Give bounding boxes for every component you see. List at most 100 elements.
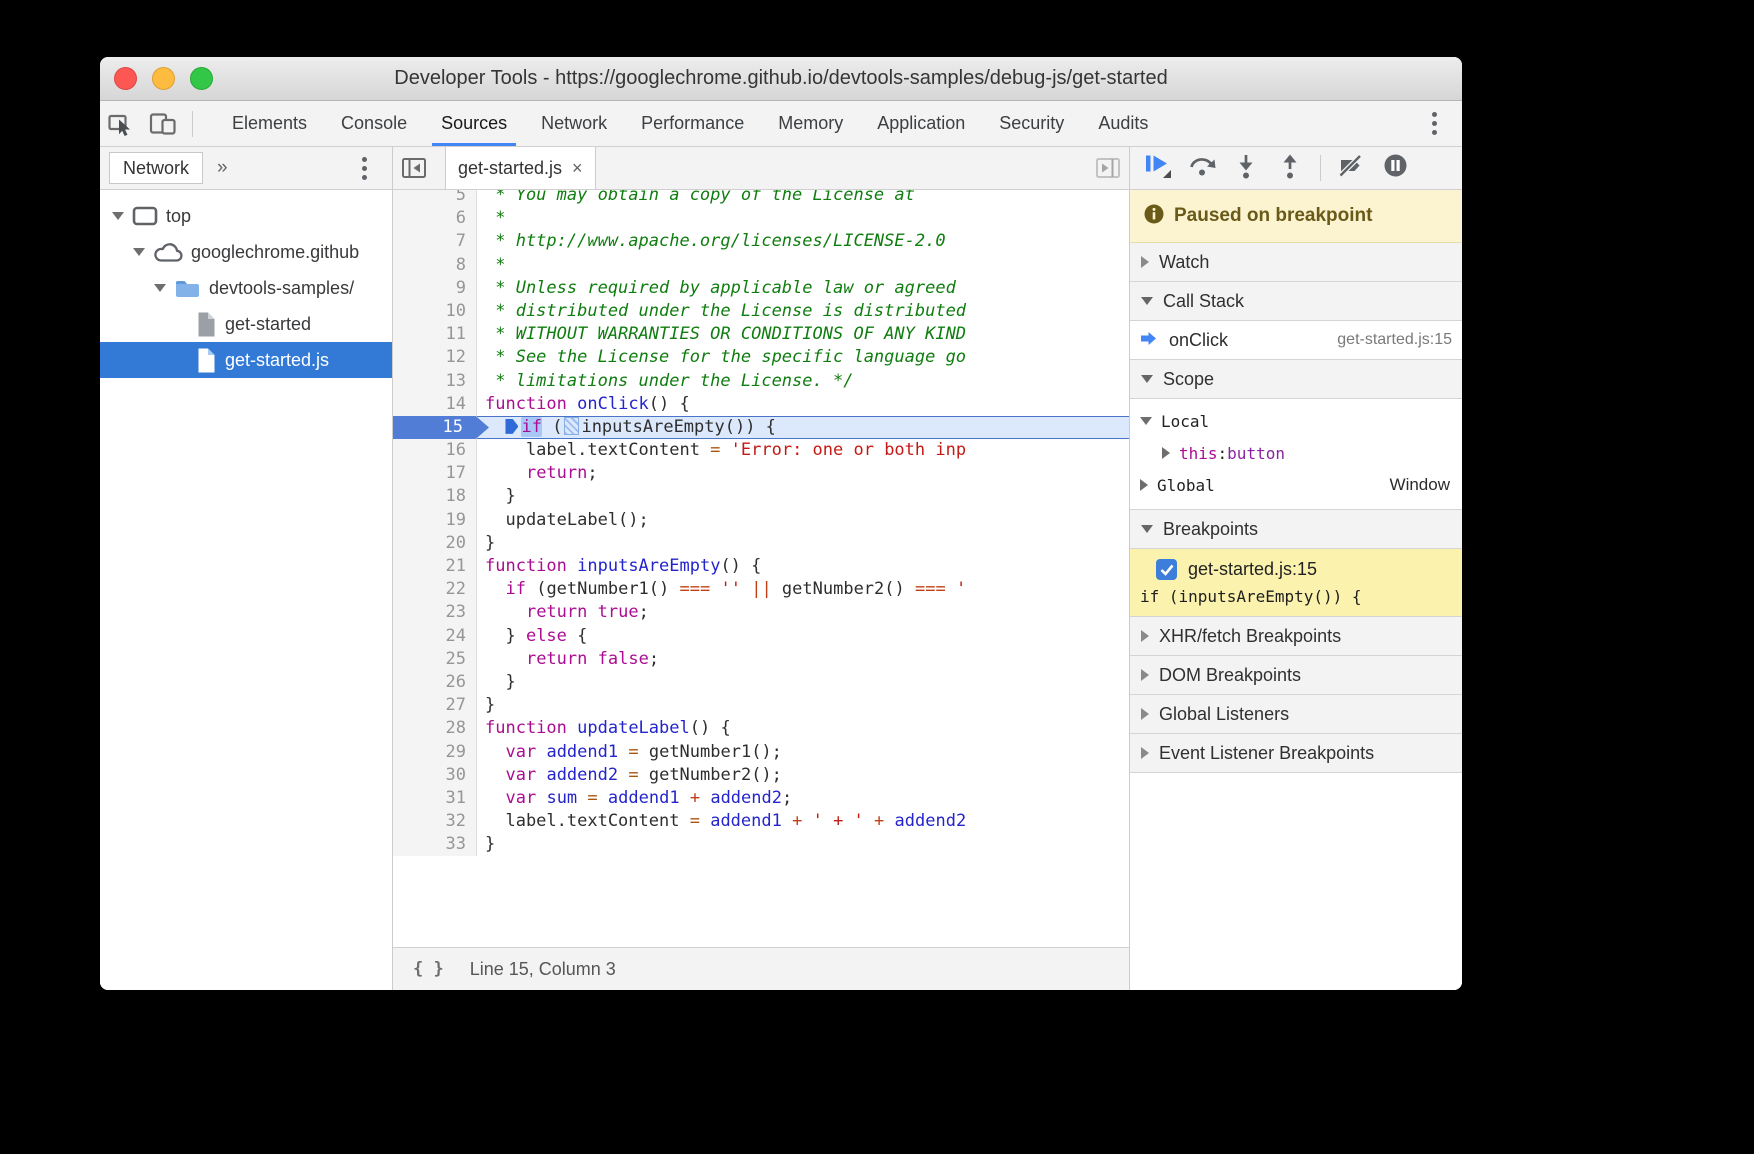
code-line-text: } else {	[477, 625, 1129, 648]
minimize-window-button[interactable]	[152, 67, 175, 90]
line-number[interactable]: 6	[393, 207, 477, 230]
section-header-watch[interactable]: Watch	[1130, 243, 1462, 282]
line-number[interactable]: 9	[393, 277, 477, 300]
line-number[interactable]: 33	[393, 833, 477, 856]
breakpoint-entry-row: get-started.js:15	[1140, 559, 1452, 580]
main-toolbar: ElementsConsoleSourcesNetworkPerformance…	[100, 101, 1462, 147]
section-title: Global Listeners	[1159, 704, 1289, 725]
line-number[interactable]: 14	[393, 393, 477, 416]
line-number[interactable]: 15	[393, 416, 477, 439]
tree-item-get-started-js[interactable]: get-started.js	[100, 342, 392, 378]
breakpoint-entry[interactable]: get-started.js:15if (inputsAreEmpty()) {	[1130, 549, 1462, 617]
navigator-menu-button[interactable]	[344, 148, 384, 188]
navigator-tab-network[interactable]: Network	[109, 152, 203, 184]
line-number[interactable]: 11	[393, 323, 477, 346]
line-number[interactable]: 19	[393, 509, 477, 532]
device-toolbar-icon[interactable]	[142, 101, 184, 146]
line-number[interactable]: 20	[393, 532, 477, 555]
section-header-breakpoints[interactable]: Breakpoints	[1130, 510, 1462, 549]
tree-item-devtools-samples[interactable]: devtools-samples/	[100, 270, 392, 306]
code-line-text: function onClick() {	[477, 393, 1129, 416]
callstack-frame[interactable]: onClickget-started.js:15	[1130, 321, 1462, 360]
titlebar: Developer Tools - https://googlechrome.g…	[100, 57, 1462, 101]
disclosure-triangle-icon[interactable]	[154, 284, 166, 292]
file-tab-get-started-js[interactable]: get-started.js ×	[445, 147, 596, 189]
more-tabs-chevron[interactable]: »	[217, 157, 228, 179]
line-number[interactable]: 29	[393, 741, 477, 764]
line-number[interactable]: 27	[393, 694, 477, 717]
section-header-global-listeners[interactable]: Global Listeners	[1130, 695, 1462, 734]
line-number[interactable]: 12	[393, 346, 477, 369]
section-header-xhr-fetch-breakpoints[interactable]: XHR/fetch Breakpoints	[1130, 617, 1462, 656]
section-header-dom-breakpoints[interactable]: DOM Breakpoints	[1130, 656, 1462, 695]
disclosure-triangle-icon[interactable]	[112, 212, 124, 220]
line-number[interactable]: 32	[393, 810, 477, 833]
code-token: * WITHOUT WARRANTIES OR CONDITIONS OF AN…	[485, 324, 966, 344]
navigator-panel-toggle-icon[interactable]	[393, 146, 435, 191]
tree-item-googlechrome-github[interactable]: googlechrome.github	[100, 234, 392, 270]
code-token: =	[710, 440, 720, 460]
tab-application[interactable]: Application	[860, 101, 982, 146]
section-title: Event Listener Breakpoints	[1159, 743, 1374, 764]
tab-performance[interactable]: Performance	[624, 101, 761, 146]
section-header-event-listener-breakpoints[interactable]: Event Listener Breakpoints	[1130, 734, 1462, 773]
debugger-panel-toggle-icon[interactable]	[1087, 146, 1129, 191]
code-line-27: 27}	[393, 694, 1129, 717]
deactivate-breakpoints-button[interactable]	[1329, 148, 1373, 188]
line-number[interactable]: 22	[393, 578, 477, 601]
close-window-button[interactable]	[114, 67, 137, 90]
section-header-scope[interactable]: Scope	[1130, 360, 1462, 399]
code-token	[567, 556, 577, 576]
tab-elements[interactable]: Elements	[215, 101, 324, 146]
line-number[interactable]: 5	[393, 190, 477, 207]
line-number[interactable]: 31	[393, 787, 477, 810]
line-number[interactable]: 28	[393, 717, 477, 740]
code-token: var	[505, 765, 536, 785]
line-number[interactable]: 16	[393, 439, 477, 462]
section-title: Breakpoints	[1163, 519, 1258, 540]
tab-audits[interactable]: Audits	[1081, 101, 1165, 146]
line-number[interactable]: 8	[393, 254, 477, 277]
main-menu-button[interactable]	[1414, 104, 1454, 144]
line-number[interactable]: 18	[393, 485, 477, 508]
tab-network[interactable]: Network	[524, 101, 624, 146]
code-token: =	[690, 811, 700, 831]
tree-item-get-started[interactable]: get-started	[100, 306, 392, 342]
line-number[interactable]: 21	[393, 555, 477, 578]
line-number[interactable]: 10	[393, 300, 477, 323]
pause-on-exceptions-button[interactable]	[1373, 148, 1417, 188]
step-over-button[interactable]	[1180, 148, 1224, 188]
line-number[interactable]: 13	[393, 370, 477, 393]
line-number[interactable]: 17	[393, 462, 477, 485]
format-code-button[interactable]: { }	[413, 959, 444, 979]
line-number[interactable]: 26	[393, 671, 477, 694]
tree-item-top[interactable]: top	[100, 198, 392, 234]
line-number[interactable]: 23	[393, 601, 477, 624]
tab-console[interactable]: Console	[324, 101, 424, 146]
code-editor[interactable]: 5 * You may obtain a copy of the License…	[393, 190, 1129, 947]
debugger-sections: WatchCall StackonClickget-started.js:15S…	[1130, 243, 1462, 773]
folder-icon	[174, 278, 201, 299]
inspect-icon[interactable]	[100, 101, 142, 146]
resume-script-button[interactable]	[1136, 148, 1180, 188]
zoom-window-button[interactable]	[190, 67, 213, 90]
scope-this-row[interactable]: this: button	[1130, 437, 1462, 469]
line-number[interactable]: 30	[393, 764, 477, 787]
line-number[interactable]: 25	[393, 648, 477, 671]
tab-memory[interactable]: Memory	[761, 101, 860, 146]
code-token: 'Error: one or both inp	[731, 440, 966, 460]
step-into-button[interactable]	[1224, 148, 1268, 188]
tab-security[interactable]: Security	[982, 101, 1081, 146]
disclosure-triangle-icon[interactable]	[133, 248, 145, 256]
section-header-call-stack[interactable]: Call Stack	[1130, 282, 1462, 321]
scope-global-row[interactable]: GlobalWindow	[1130, 469, 1462, 501]
code-line-text: var addend1 = getNumber1();	[477, 741, 1129, 764]
panel-tabs: ElementsConsoleSourcesNetworkPerformance…	[215, 101, 1165, 146]
step-out-button[interactable]	[1268, 148, 1312, 188]
tab-sources[interactable]: Sources	[424, 101, 524, 146]
line-number[interactable]: 24	[393, 625, 477, 648]
line-number[interactable]: 7	[393, 230, 477, 253]
breakpoint-checkbox[interactable]	[1156, 559, 1177, 580]
scope-local-row[interactable]: Local	[1130, 405, 1462, 437]
close-tab-icon[interactable]: ×	[572, 158, 583, 179]
